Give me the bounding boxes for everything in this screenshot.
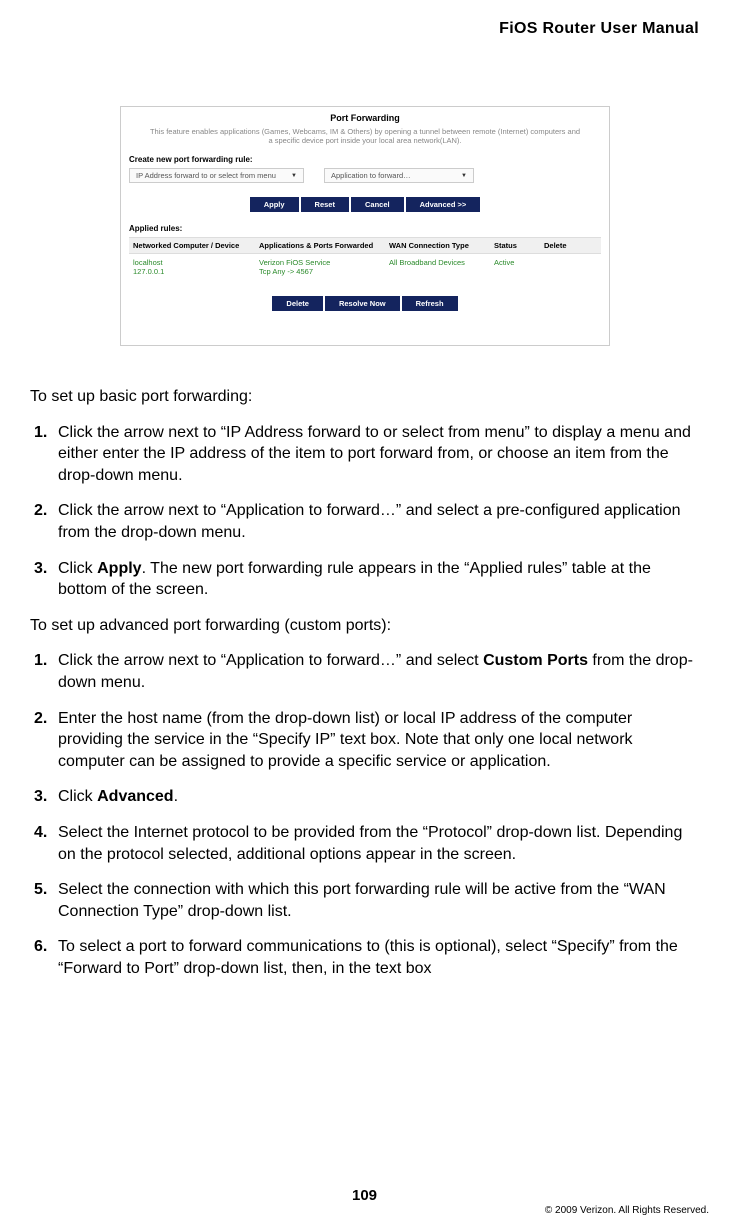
router-screenshot: Port Forwarding This feature enables app…	[120, 106, 610, 346]
ss-row-wan: All Broadband Devices	[389, 258, 494, 276]
step-number: 5.	[30, 879, 58, 922]
basic-steps: 1. Click the arrow next to “IP Address f…	[30, 422, 699, 601]
ss-table-header: Networked Computer / Device Applications…	[129, 237, 601, 254]
step-text: Enter the host name (from the drop-down …	[58, 708, 699, 773]
manual-title: FiOS Router User Manual	[499, 20, 699, 38]
intro-basic: To set up basic port forwarding:	[30, 386, 699, 408]
ss-row-app2: Tcp Any -> 4567	[259, 267, 389, 276]
ss-app-dropdown: Application to forward… ▼	[324, 168, 474, 183]
step-number: 4.	[30, 822, 58, 865]
ss-row-ip: 127.0.0.1	[133, 267, 259, 276]
adv-step-3: 3. Click Advanced.	[30, 786, 699, 808]
ss-desc: This feature enables applications (Games…	[129, 127, 601, 145]
step-text: Click Advanced.	[58, 786, 699, 808]
ss-dd1-text: IP Address forward to or select from men…	[136, 171, 276, 180]
step-text: Click the arrow next to “IP Address forw…	[58, 422, 699, 487]
step-text: Click the arrow next to “Application to …	[58, 500, 699, 543]
ss-th-delete: Delete	[544, 241, 589, 250]
adv-step-5: 5. Select the connection with which this…	[30, 879, 699, 922]
ss-th-wan: WAN Connection Type	[389, 241, 494, 250]
ss-row-app1: Verizon FiOS Service	[259, 258, 389, 267]
basic-step-3: 3. Click Apply. The new port forwarding …	[30, 558, 699, 601]
ss-dd2-text: Application to forward…	[331, 171, 411, 180]
adv-step-4: 4. Select the Internet protocol to be pr…	[30, 822, 699, 865]
ss-create-label: Create new port forwarding rule:	[129, 155, 601, 164]
ss-title: Port Forwarding	[129, 113, 601, 123]
ss-th-status: Status	[494, 241, 544, 250]
ss-row-host: localhost	[133, 258, 259, 267]
adv-step-2: 2. Enter the host name (from the drop-do…	[30, 708, 699, 773]
basic-step-2: 2. Click the arrow next to “Application …	[30, 500, 699, 543]
ss-th-device: Networked Computer / Device	[129, 241, 259, 250]
step-number: 3.	[30, 786, 58, 808]
advanced-steps: 1. Click the arrow next to “Application …	[30, 650, 699, 979]
step-number: 3.	[30, 558, 58, 601]
ss-th-apps: Applications & Ports Forwarded	[259, 241, 389, 250]
ss-row-status: Active	[494, 258, 544, 276]
ss-advanced-btn: Advanced >>	[406, 197, 481, 212]
step-number: 6.	[30, 936, 58, 979]
content-body: To set up basic port forwarding: 1. Clic…	[30, 386, 699, 993]
ss-resolve-btn: Resolve Now	[325, 296, 400, 311]
step-number: 2.	[30, 708, 58, 773]
page-number: 109	[0, 1187, 729, 1204]
step-text: To select a port to forward communicatio…	[58, 936, 699, 979]
ss-applied-label: Applied rules:	[129, 224, 601, 233]
ss-table-row: localhost 127.0.0.1 Verizon FiOS Service…	[129, 254, 601, 288]
step-number: 1.	[30, 650, 58, 693]
adv-step-6: 6. To select a port to forward communica…	[30, 936, 699, 979]
step-text: Click the arrow next to “Application to …	[58, 650, 699, 693]
ss-delete-btn: Delete	[272, 296, 323, 311]
ss-apply-btn: Apply	[250, 197, 299, 212]
ss-reset-btn: Reset	[301, 197, 349, 212]
step-text: Select the connection with which this po…	[58, 879, 699, 922]
step-text: Select the Internet protocol to be provi…	[58, 822, 699, 865]
copyright: © 2009 Verizon. All Rights Reserved.	[545, 1205, 709, 1216]
chevron-down-icon: ▼	[461, 173, 467, 179]
ss-refresh-btn: Refresh	[402, 296, 458, 311]
adv-step-1: 1. Click the arrow next to “Application …	[30, 650, 699, 693]
step-number: 2.	[30, 500, 58, 543]
basic-step-1: 1. Click the arrow next to “IP Address f…	[30, 422, 699, 487]
step-number: 1.	[30, 422, 58, 487]
intro-advanced: To set up advanced port forwarding (cust…	[30, 615, 699, 637]
ss-cancel-btn: Cancel	[351, 197, 404, 212]
step-text: Click Apply. The new port forwarding rul…	[58, 558, 699, 601]
ss-ip-dropdown: IP Address forward to or select from men…	[129, 168, 304, 183]
chevron-down-icon: ▼	[291, 173, 297, 179]
